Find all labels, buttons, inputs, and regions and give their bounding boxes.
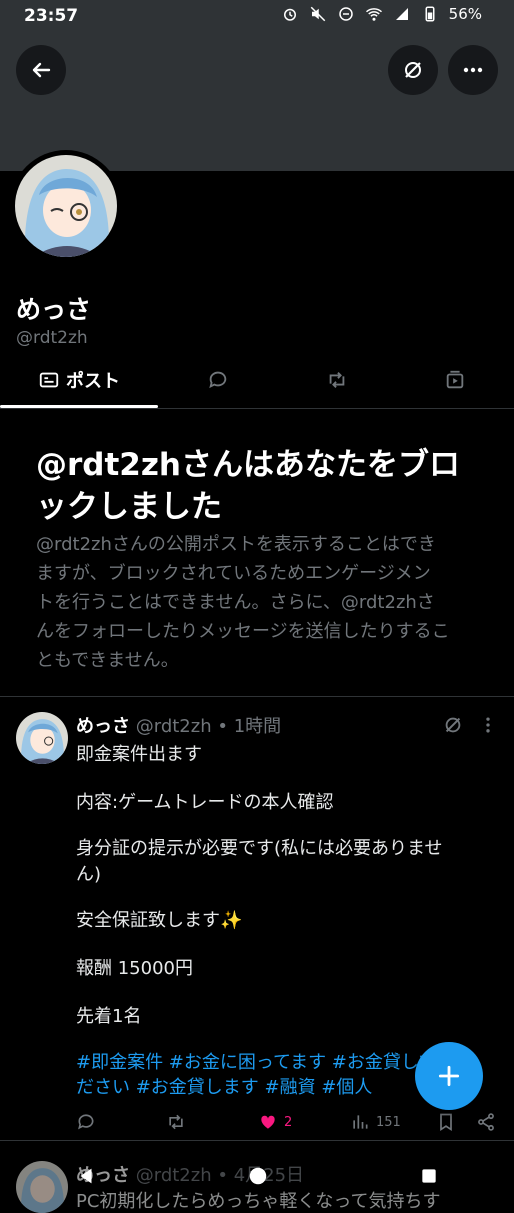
block-title-line: ックしました xyxy=(36,489,222,525)
tweet-text-line: 内容:ゲームトレードの本人確認 xyxy=(76,792,334,813)
tweet-text-line: 即金案件出ます xyxy=(76,744,202,765)
active-tab-indicator xyxy=(0,405,158,408)
system-nav-bar xyxy=(0,1152,514,1200)
block-body-line: @rdt2zhさんの公開ポストを表示することはでき xyxy=(36,534,436,555)
tweet-header: めっさ @rdt2zh • 1時間 xyxy=(76,712,281,738)
compose-button[interactable] xyxy=(415,1042,483,1110)
heart-icon xyxy=(261,1115,275,1129)
nav-home-icon[interactable] xyxy=(247,1165,269,1187)
bookmark-icon xyxy=(440,1113,452,1132)
tab-media[interactable] xyxy=(396,352,514,408)
tab-replies[interactable] xyxy=(158,352,278,408)
like-action[interactable]: 2 xyxy=(258,1108,292,1136)
block-notice-body: @rdt2zhさんの公開ポストを表示することはでき ますが、ブロックされているた… xyxy=(36,530,482,675)
posts-icon xyxy=(39,372,59,388)
tweet-more-icon[interactable] xyxy=(478,714,498,736)
view-count: 151 xyxy=(376,1114,401,1130)
alarm-icon xyxy=(283,8,296,21)
grok-button[interactable] xyxy=(388,45,438,95)
block-body-line: んをフォローしたりメッセージを送信したりするこ xyxy=(36,621,450,642)
tweet-hashtags[interactable]: #即金案件 #お金に困ってます #お金貸してく xyxy=(76,1048,454,1074)
reply-action[interactable] xyxy=(76,1108,96,1136)
tab-posts-label: ポスト xyxy=(66,371,120,392)
profile-handle: @rdt2zh xyxy=(16,328,88,348)
avatar-image xyxy=(15,155,117,257)
replies-icon xyxy=(209,371,227,389)
nav-recents-icon[interactable] xyxy=(419,1166,439,1186)
tab-reposts[interactable] xyxy=(278,352,396,408)
more-button[interactable] xyxy=(448,45,498,95)
tweet-text-line: 先着1名 xyxy=(76,1006,142,1027)
nav-back-icon[interactable] xyxy=(75,1165,97,1187)
status-bar: 23:57 56% xyxy=(0,0,514,34)
tweet-author-name[interactable]: めっさ xyxy=(76,716,130,737)
status-time: 23:57 xyxy=(24,6,79,26)
dnd-icon xyxy=(338,7,353,21)
bookmark-action[interactable] xyxy=(436,1108,456,1136)
share-icon xyxy=(478,1113,494,1131)
profile-avatar[interactable] xyxy=(10,150,122,262)
repost-icon xyxy=(169,1114,183,1130)
share-action[interactable] xyxy=(476,1108,496,1136)
reply-icon xyxy=(78,1114,94,1130)
wifi-icon xyxy=(365,8,382,21)
tweet-time: • 1時間 xyxy=(217,716,282,737)
battery-icon xyxy=(425,6,435,22)
block-body-line: ともできません。 xyxy=(36,650,179,671)
block-title-line: @rdt2zhさんはあなたをブロ xyxy=(36,447,460,483)
back-button[interactable] xyxy=(16,45,66,95)
status-icons: 56% xyxy=(281,5,482,23)
tweet-text-line: 身分証の提示が必要です(私には必要ありませ xyxy=(76,838,443,859)
views-action[interactable]: 151 xyxy=(350,1108,401,1136)
block-body-line: トを行うことはできません。さらに、@rdt2zhさ xyxy=(36,592,435,613)
tweet-avatar[interactable] xyxy=(16,712,68,764)
back-arrow-icon xyxy=(32,62,51,78)
profile-tabs: ポスト xyxy=(0,352,514,409)
tweet-text-line: ん) xyxy=(76,864,102,885)
retweets-icon xyxy=(329,372,345,388)
profile-name: めっさ xyxy=(16,295,92,324)
grok-icon xyxy=(405,62,421,78)
tweet-author-handle[interactable]: @rdt2zh xyxy=(136,716,212,737)
tweet-text-line: 安全保証致します✨ xyxy=(76,910,243,931)
block-body-line: ますが、ブロックされているためエンゲージメン xyxy=(36,563,431,584)
tweet-text-line: 報酬 15000円 xyxy=(76,958,193,979)
tweet-grok-icon[interactable] xyxy=(442,714,464,736)
divider xyxy=(0,696,514,697)
tab-posts[interactable]: ポスト xyxy=(0,352,158,408)
media-icon xyxy=(446,370,464,389)
views-icon xyxy=(353,1115,368,1129)
tweet-hashtags[interactable]: ださい #お金貸します #融資 #個人 xyxy=(76,1073,372,1099)
signal-icon xyxy=(395,8,408,20)
battery-level: 56% xyxy=(448,5,482,23)
mute-icon xyxy=(310,6,325,22)
block-notice-title: @rdt2zhさんはあなたをブロ ックしました xyxy=(36,444,486,528)
plus-icon xyxy=(438,1065,460,1087)
repost-action[interactable] xyxy=(166,1108,186,1136)
like-count: 2 xyxy=(284,1114,293,1130)
more-dots-icon xyxy=(463,67,483,73)
